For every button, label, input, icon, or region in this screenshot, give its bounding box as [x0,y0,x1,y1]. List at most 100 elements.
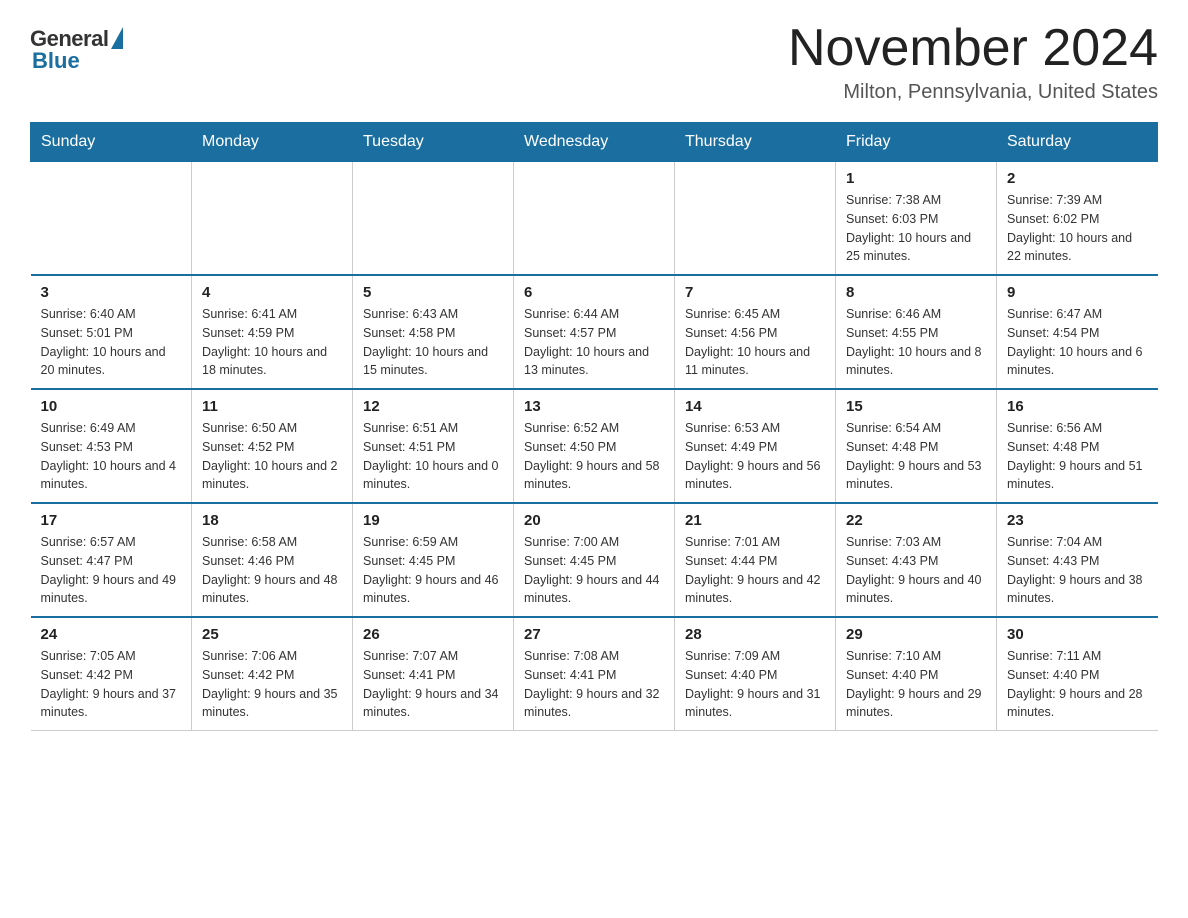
day-number: 1 [846,170,986,187]
day-sun-info: Sunrise: 7:39 AM Sunset: 6:02 PM Dayligh… [1007,191,1148,266]
day-of-week-header: Tuesday [353,123,514,162]
calendar-cell [192,162,353,276]
day-of-week-header: Monday [192,123,353,162]
calendar-cell: 10Sunrise: 6:49 AM Sunset: 4:53 PM Dayli… [31,389,192,503]
day-number: 30 [1007,626,1148,643]
calendar-cell: 16Sunrise: 6:56 AM Sunset: 4:48 PM Dayli… [997,389,1158,503]
day-of-week-header: Wednesday [514,123,675,162]
day-number: 8 [846,284,986,301]
day-sun-info: Sunrise: 7:09 AM Sunset: 4:40 PM Dayligh… [685,647,825,722]
day-sun-info: Sunrise: 7:10 AM Sunset: 4:40 PM Dayligh… [846,647,986,722]
day-sun-info: Sunrise: 6:52 AM Sunset: 4:50 PM Dayligh… [524,419,664,494]
logo: General Blue [30,26,123,74]
day-sun-info: Sunrise: 6:43 AM Sunset: 4:58 PM Dayligh… [363,305,503,380]
calendar-cell: 17 Sunrise: 6:57 AM Sunset: 4:47 PM Dayli… [31,503,192,617]
day-of-week-header: Saturday [997,123,1158,162]
calendar-cell: 5 Sunrise: 6:43 AM Sunset: 4:58 PM Daylig… [353,275,514,389]
calendar-cell: 19Sunrise: 6:59 AM Sunset: 4:45 PM Dayli… [353,503,514,617]
logo-triangle-icon [111,27,123,49]
day-sun-info: Sunrise: 7:06 AM Sunset: 4:42 PM Dayligh… [202,647,342,722]
calendar-cell: 6 Sunrise: 6:44 AM Sunset: 4:57 PM Daylig… [514,275,675,389]
day-of-week-header: Sunday [31,123,192,162]
calendar-cell: 8 Sunrise: 6:46 AM Sunset: 4:55 PM Daylig… [836,275,997,389]
calendar-week-row: 1Sunrise: 7:38 AM Sunset: 6:03 PM Daylig… [31,162,1158,276]
calendar-table: SundayMondayTuesdayWednesdayThursdayFrid… [30,122,1158,731]
calendar-body: 1Sunrise: 7:38 AM Sunset: 6:03 PM Daylig… [31,162,1158,731]
day-number: 18 [202,512,342,529]
day-sun-info: Sunrise: 6:45 AM Sunset: 4:56 PM Dayligh… [685,305,825,380]
calendar-cell: 22 Sunrise: 7:03 AM Sunset: 4:43 PM Dayli… [836,503,997,617]
day-number: 3 [41,284,182,301]
day-sun-info: Sunrise: 7:04 AM Sunset: 4:43 PM Dayligh… [1007,533,1148,608]
day-of-week-header: Thursday [675,123,836,162]
day-sun-info: Sunrise: 6:47 AM Sunset: 4:54 PM Dayligh… [1007,305,1148,380]
day-sun-info: Sunrise: 7:01 AM Sunset: 4:44 PM Dayligh… [685,533,825,608]
day-sun-info: Sunrise: 7:03 AM Sunset: 4:43 PM Dayligh… [846,533,986,608]
location-text: Milton, Pennsylvania, United States [788,81,1158,104]
day-number: 17 [41,512,182,529]
day-sun-info: Sunrise: 6:59 AM Sunset: 4:45 PM Dayligh… [363,533,503,608]
day-number: 2 [1007,170,1148,187]
day-sun-info: Sunrise: 7:05 AM Sunset: 4:42 PM Dayligh… [41,647,182,722]
calendar-week-row: 3 Sunrise: 6:40 AM Sunset: 5:01 PM Daylig… [31,275,1158,389]
calendar-cell: 29 Sunrise: 7:10 AM Sunset: 4:40 PM Dayli… [836,617,997,731]
day-number: 28 [685,626,825,643]
day-sun-info: Sunrise: 6:50 AM Sunset: 4:52 PM Dayligh… [202,419,342,494]
day-sun-info: Sunrise: 6:57 AM Sunset: 4:47 PM Dayligh… [41,533,182,608]
day-number: 20 [524,512,664,529]
day-number: 5 [363,284,503,301]
day-number: 13 [524,398,664,415]
day-number: 21 [685,512,825,529]
day-number: 10 [41,398,182,415]
day-sun-info: Sunrise: 6:53 AM Sunset: 4:49 PM Dayligh… [685,419,825,494]
day-number: 6 [524,284,664,301]
calendar-cell: 15 Sunrise: 6:54 AM Sunset: 4:48 PM Dayli… [836,389,997,503]
title-block: November 2024 Milton, Pennsylvania, Unit… [788,20,1158,104]
day-sun-info: Sunrise: 6:51 AM Sunset: 4:51 PM Dayligh… [363,419,503,494]
day-sun-info: Sunrise: 6:54 AM Sunset: 4:48 PM Dayligh… [846,419,986,494]
calendar-cell: 26Sunrise: 7:07 AM Sunset: 4:41 PM Dayli… [353,617,514,731]
day-number: 15 [846,398,986,415]
calendar-cell [31,162,192,276]
calendar-cell [514,162,675,276]
calendar-cell: 24Sunrise: 7:05 AM Sunset: 4:42 PM Dayli… [31,617,192,731]
calendar-cell: 27 Sunrise: 7:08 AM Sunset: 4:41 PM Dayli… [514,617,675,731]
day-of-week-header: Friday [836,123,997,162]
calendar-cell: 13 Sunrise: 6:52 AM Sunset: 4:50 PM Dayli… [514,389,675,503]
calendar-cell: 14Sunrise: 6:53 AM Sunset: 4:49 PM Dayli… [675,389,836,503]
calendar-cell: 4 Sunrise: 6:41 AM Sunset: 4:59 PM Daylig… [192,275,353,389]
calendar-cell [675,162,836,276]
calendar-week-row: 24Sunrise: 7:05 AM Sunset: 4:42 PM Dayli… [31,617,1158,731]
calendar-cell: 3 Sunrise: 6:40 AM Sunset: 5:01 PM Daylig… [31,275,192,389]
day-number: 12 [363,398,503,415]
day-sun-info: Sunrise: 6:44 AM Sunset: 4:57 PM Dayligh… [524,305,664,380]
day-sun-info: Sunrise: 7:11 AM Sunset: 4:40 PM Dayligh… [1007,647,1148,722]
calendar-cell: 30 Sunrise: 7:11 AM Sunset: 4:40 PM Dayli… [997,617,1158,731]
calendar-cell: 23Sunrise: 7:04 AM Sunset: 4:43 PM Dayli… [997,503,1158,617]
calendar-cell: 9Sunrise: 6:47 AM Sunset: 4:54 PM Daylig… [997,275,1158,389]
day-sun-info: Sunrise: 6:46 AM Sunset: 4:55 PM Dayligh… [846,305,986,380]
day-number: 26 [363,626,503,643]
day-sun-info: Sunrise: 6:40 AM Sunset: 5:01 PM Dayligh… [41,305,182,380]
calendar-header: SundayMondayTuesdayWednesdayThursdayFrid… [31,123,1158,162]
day-number: 27 [524,626,664,643]
day-number: 29 [846,626,986,643]
calendar-cell [353,162,514,276]
day-sun-info: Sunrise: 6:41 AM Sunset: 4:59 PM Dayligh… [202,305,342,380]
day-sun-info: Sunrise: 7:08 AM Sunset: 4:41 PM Dayligh… [524,647,664,722]
day-number: 4 [202,284,342,301]
day-sun-info: Sunrise: 6:58 AM Sunset: 4:46 PM Dayligh… [202,533,342,608]
calendar-cell: 11Sunrise: 6:50 AM Sunset: 4:52 PM Dayli… [192,389,353,503]
month-title: November 2024 [788,20,1158,77]
calendar-cell: 28 Sunrise: 7:09 AM Sunset: 4:40 PM Dayli… [675,617,836,731]
calendar-cell: 18 Sunrise: 6:58 AM Sunset: 4:46 PM Dayli… [192,503,353,617]
calendar-cell: 1Sunrise: 7:38 AM Sunset: 6:03 PM Daylig… [836,162,997,276]
day-number: 22 [846,512,986,529]
logo-blue-text: Blue [32,48,80,74]
calendar-cell: 25Sunrise: 7:06 AM Sunset: 4:42 PM Dayli… [192,617,353,731]
calendar-cell: 2 Sunrise: 7:39 AM Sunset: 6:02 PM Daylig… [997,162,1158,276]
days-of-week-row: SundayMondayTuesdayWednesdayThursdayFrid… [31,123,1158,162]
calendar-week-row: 10Sunrise: 6:49 AM Sunset: 4:53 PM Dayli… [31,389,1158,503]
calendar-week-row: 17 Sunrise: 6:57 AM Sunset: 4:47 PM Dayli… [31,503,1158,617]
day-number: 16 [1007,398,1148,415]
